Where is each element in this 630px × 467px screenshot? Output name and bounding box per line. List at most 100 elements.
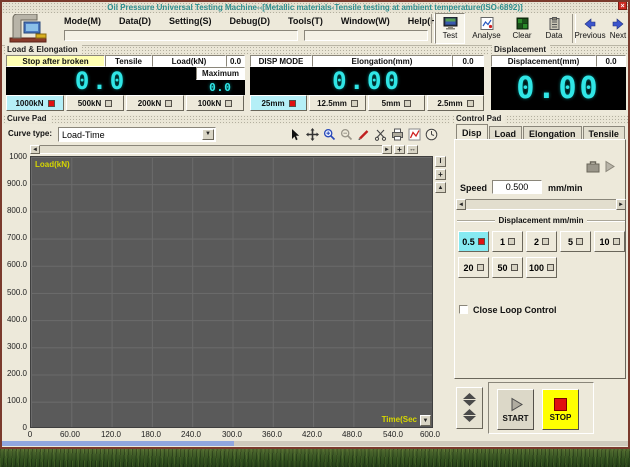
speed-label: Speed — [460, 183, 487, 193]
app-logo-icon — [8, 14, 52, 43]
next-button[interactable]: Next — [606, 13, 630, 44]
displacement-speed-section: Displacement mm/min — [457, 216, 625, 225]
data-button[interactable]: Data — [539, 13, 569, 44]
plot-area[interactable]: Load(kN) Time(Sec ▼ — [30, 156, 433, 428]
menu-item-tools[interactable]: Tools(T) — [288, 16, 323, 26]
window-title: Oil Pressure Universal Testing Machine--… — [107, 3, 522, 12]
speed-button-100[interactable]: 100 — [526, 257, 557, 278]
clear-button[interactable]: Clear — [507, 13, 537, 44]
speed-scroll-left-icon[interactable]: ◄ — [456, 199, 466, 210]
jog-button[interactable] — [456, 387, 483, 429]
start-stop-panel: START STOP — [488, 382, 594, 434]
plot-x-axis-label: Time(Sec — [382, 415, 417, 424]
x-tick: 180.0 — [133, 430, 169, 439]
range-button-200kn[interactable]: 200kN — [126, 95, 184, 111]
speed-led-icon — [576, 238, 583, 245]
range-button-12-5mm[interactable]: 12.5mm — [309, 95, 366, 111]
range-button-25mm[interactable]: 25mm — [250, 95, 307, 111]
pen-icon[interactable] — [356, 128, 371, 142]
speed-button-20[interactable]: 20 — [458, 257, 489, 278]
menu-item-window[interactable]: Window(W) — [341, 16, 390, 26]
curve-type-select[interactable]: Load-Time ▼ — [58, 127, 216, 142]
speed-button-50[interactable]: 50 — [492, 257, 523, 278]
scissors-icon[interactable] — [373, 128, 388, 142]
speed-scrollbar[interactable] — [456, 199, 626, 210]
scroll-right-icon[interactable]: ► — [382, 145, 392, 154]
speed-button-2[interactable]: 2 — [526, 231, 557, 252]
range-button-5mm[interactable]: 5mm — [368, 95, 425, 111]
analyse-button[interactable]: Analyse — [468, 13, 505, 44]
speed-button-10[interactable]: 10 — [594, 231, 625, 252]
plot-dropdown-icon[interactable]: ▼ — [420, 415, 431, 426]
speed-button-1[interactable]: 1 — [492, 231, 523, 252]
range-button-100kn[interactable]: 100kN — [186, 95, 244, 111]
briefcase-icon — [586, 160, 600, 173]
fit-cross-icon[interactable]: + — [394, 145, 405, 154]
start-button[interactable]: START — [497, 389, 534, 430]
divider — [587, 220, 625, 222]
tab-elongation[interactable]: Elongation — [523, 126, 582, 140]
test-button[interactable]: Test — [435, 13, 465, 44]
range-led-icon — [351, 100, 358, 107]
scroll-left-icon[interactable]: ◄ — [30, 145, 40, 154]
stop-button[interactable]: STOP — [542, 389, 579, 430]
close-loop-checkbox[interactable] — [459, 305, 468, 314]
zoom-out-icon[interactable] — [339, 128, 354, 142]
pan-icon[interactable] — [305, 128, 320, 142]
x-tick: 540.0 — [375, 430, 411, 439]
speed-led-icon — [508, 238, 515, 245]
menu-bar: Mode(M) Data(D) Setting(S) Debug(D) Tool… — [2, 13, 628, 46]
y-tick: 100.0 — [0, 396, 27, 405]
fit-horizontal-icon[interactable]: ↔ — [407, 145, 418, 154]
chart-h-scrollbar[interactable] — [30, 145, 392, 154]
print-icon[interactable] — [390, 128, 405, 142]
elongation-display: 0.00 — [250, 67, 484, 95]
speed-led-icon — [477, 264, 484, 271]
x-tick: 480.0 — [334, 430, 370, 439]
speed-led-icon — [542, 238, 549, 245]
tab-load[interactable]: Load — [489, 126, 523, 140]
cursor-icon[interactable] — [288, 128, 303, 142]
curve-icon[interactable] — [407, 128, 422, 142]
plot-y-axis-label: Load(kN) — [35, 160, 70, 169]
menu-item-setting[interactable]: Setting(S) — [169, 16, 212, 26]
stop-mode-badge: Stop after broken — [6, 55, 105, 67]
start-triangle-icon — [508, 397, 524, 412]
displacement-header-value: 0.0 — [596, 55, 626, 67]
fit-vertical-icon[interactable]: I — [435, 156, 446, 167]
close-button[interactable]: × — [618, 1, 627, 10]
speed-led-icon — [511, 264, 518, 271]
menu-status-field — [64, 30, 298, 41]
menu-item-data[interactable]: Data(D) — [119, 16, 151, 26]
displacement-group-header: Displacement — [490, 46, 628, 55]
tab-tensile[interactable]: Tensile — [583, 126, 625, 140]
speed-scroll-right-icon[interactable]: ► — [616, 199, 626, 210]
speed-button-0-5[interactable]: 0.5 — [458, 231, 489, 252]
fit-all-icon[interactable]: + — [435, 169, 446, 180]
clock-icon[interactable] — [424, 128, 439, 142]
range-button-2-5mm[interactable]: 2.5mm — [427, 95, 484, 111]
range-button-500kn[interactable]: 500kN — [66, 95, 124, 111]
y-tick: 500.0 — [0, 288, 27, 297]
menu-item-mode[interactable]: Mode(M) — [64, 16, 101, 26]
range-button-1000kn[interactable]: 1000kN — [6, 95, 64, 111]
x-tick: 60.00 — [52, 430, 88, 439]
previous-button[interactable]: Previous — [575, 13, 605, 44]
test-monitor-icon — [443, 17, 458, 30]
bottom-strip — [2, 441, 628, 446]
zoom-in-icon[interactable] — [322, 128, 337, 142]
tab-disp[interactable]: Disp — [456, 124, 488, 140]
maximum-label: Maximum — [196, 67, 245, 80]
speed-button-5[interactable]: 5 — [560, 231, 591, 252]
y-tick: 300.0 — [0, 342, 27, 351]
load-elongation-group-title: Load & Elongation — [5, 45, 82, 54]
y-tick: 700.0 — [0, 233, 27, 242]
y-tick: 400.0 — [0, 315, 27, 324]
x-tick: 300.0 — [214, 430, 250, 439]
scroll-up-icon[interactable]: ▲ — [435, 182, 446, 193]
section-title: Displacement mm/min — [499, 216, 584, 225]
control-pad-group-title: Control Pad — [454, 114, 505, 123]
chevron-down-icon[interactable]: ▼ — [202, 129, 214, 140]
speed-input[interactable] — [492, 180, 542, 194]
menu-item-debug[interactable]: Debug(D) — [230, 16, 271, 26]
